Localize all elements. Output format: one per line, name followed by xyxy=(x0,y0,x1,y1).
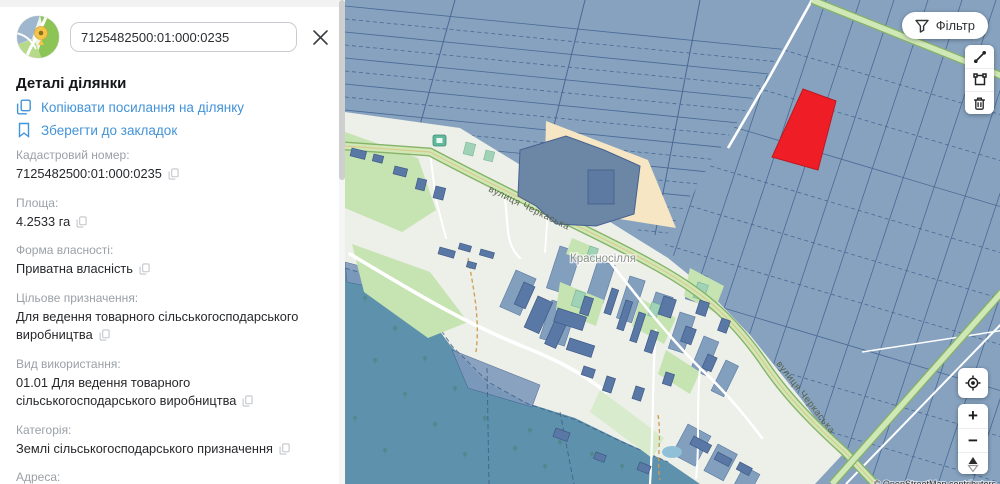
field-ownership: Форма власності: Приватна власність xyxy=(16,243,329,281)
page-title: Деталі ділянки xyxy=(16,75,329,92)
trash-icon xyxy=(973,96,986,110)
close-panel-button[interactable] xyxy=(309,26,331,48)
field-label: Вид використання: xyxy=(16,357,329,371)
compass-icon xyxy=(967,456,979,472)
locate-button[interactable] xyxy=(958,368,988,398)
field-value: Приватна власність xyxy=(16,261,133,276)
measure-distance-icon xyxy=(973,50,987,64)
panel-topbar xyxy=(0,7,345,59)
panel-top-strip xyxy=(0,0,345,7)
field-value: Для ведення товарного сільськогосподарсь… xyxy=(16,309,298,343)
village-label: Красносілля xyxy=(570,253,636,265)
bookmark-icon xyxy=(16,122,32,138)
field-use-type: Вид використання: 01.01 Для ведення това… xyxy=(16,357,329,413)
copy-link-icon xyxy=(16,99,32,115)
filter-button[interactable]: Фільтр xyxy=(902,12,988,39)
field-value: Землі сільськогосподарського призначення xyxy=(16,441,273,456)
filter-label: Фільтр xyxy=(936,18,975,33)
bookmark-button[interactable]: Зберегти до закладок xyxy=(16,122,329,138)
field-label: Кадастровий номер: xyxy=(16,148,329,162)
zoom-controls: + − xyxy=(958,404,988,474)
filter-icon xyxy=(915,19,929,33)
delete-measurement-button[interactable] xyxy=(965,91,994,114)
compass-button[interactable] xyxy=(958,452,988,474)
field-value: 4.2533 га xyxy=(16,214,70,229)
measure-tools xyxy=(965,45,994,114)
copy-value-icon[interactable] xyxy=(279,442,290,461)
copy-value-icon[interactable] xyxy=(242,394,253,413)
measure-area-icon xyxy=(973,73,987,87)
field-label: Адреса: xyxy=(16,470,329,484)
details-panel: Деталі ділянки Копіювати посилання на ді… xyxy=(0,0,345,484)
copy-link-button[interactable]: Копіювати посилання на ділянку xyxy=(16,99,329,115)
map-canvas[interactable]: вулиця Черкаська вулиця Черкаська Красно… xyxy=(345,0,1000,484)
field-label: Форма власності: xyxy=(16,243,329,257)
cadastral-map-app: Деталі ділянки Копіювати посилання на ді… xyxy=(0,0,1000,484)
search-input[interactable] xyxy=(70,22,297,52)
copy-link-label: Копіювати посилання на ділянку xyxy=(41,100,244,115)
field-address: Адреса: Дані відсутні xyxy=(16,470,329,484)
bookmark-label: Зберегти до закладок xyxy=(41,123,177,138)
panel-scrollbar[interactable] xyxy=(339,0,345,484)
field-cadastral-number: Кадастровий номер: 7125482500:01:000:023… xyxy=(16,148,329,186)
field-label: Цільове призначення: xyxy=(16,291,329,305)
poi-icon xyxy=(433,135,446,146)
field-value: 01.01 Для ведення товарного сільськогосп… xyxy=(16,375,236,409)
app-logo[interactable] xyxy=(16,15,60,59)
field-category: Категорія: Землі сільськогосподарського … xyxy=(16,423,329,461)
copy-value-icon[interactable] xyxy=(76,215,87,234)
field-area: Площа: 4.2533 га xyxy=(16,196,329,234)
close-icon xyxy=(312,29,329,46)
zoom-out-button[interactable]: − xyxy=(958,428,988,452)
field-label: Площа: xyxy=(16,196,329,210)
copy-value-icon[interactable] xyxy=(139,262,150,281)
field-value: 7125482500:01:000:0235 xyxy=(16,166,162,181)
pond xyxy=(662,446,682,458)
map-attribution: © OpenStreetMap contributors xyxy=(874,479,997,484)
copy-value-icon[interactable] xyxy=(99,328,110,347)
field-label: Категорія: xyxy=(16,423,329,437)
zoom-in-button[interactable]: + xyxy=(958,404,988,428)
locate-icon xyxy=(965,375,981,391)
copy-value-icon[interactable] xyxy=(168,167,179,186)
measure-distance-button[interactable] xyxy=(965,45,994,68)
measure-area-button[interactable] xyxy=(965,68,994,91)
field-purpose: Цільове призначення: Для ведення товарно… xyxy=(16,291,329,347)
